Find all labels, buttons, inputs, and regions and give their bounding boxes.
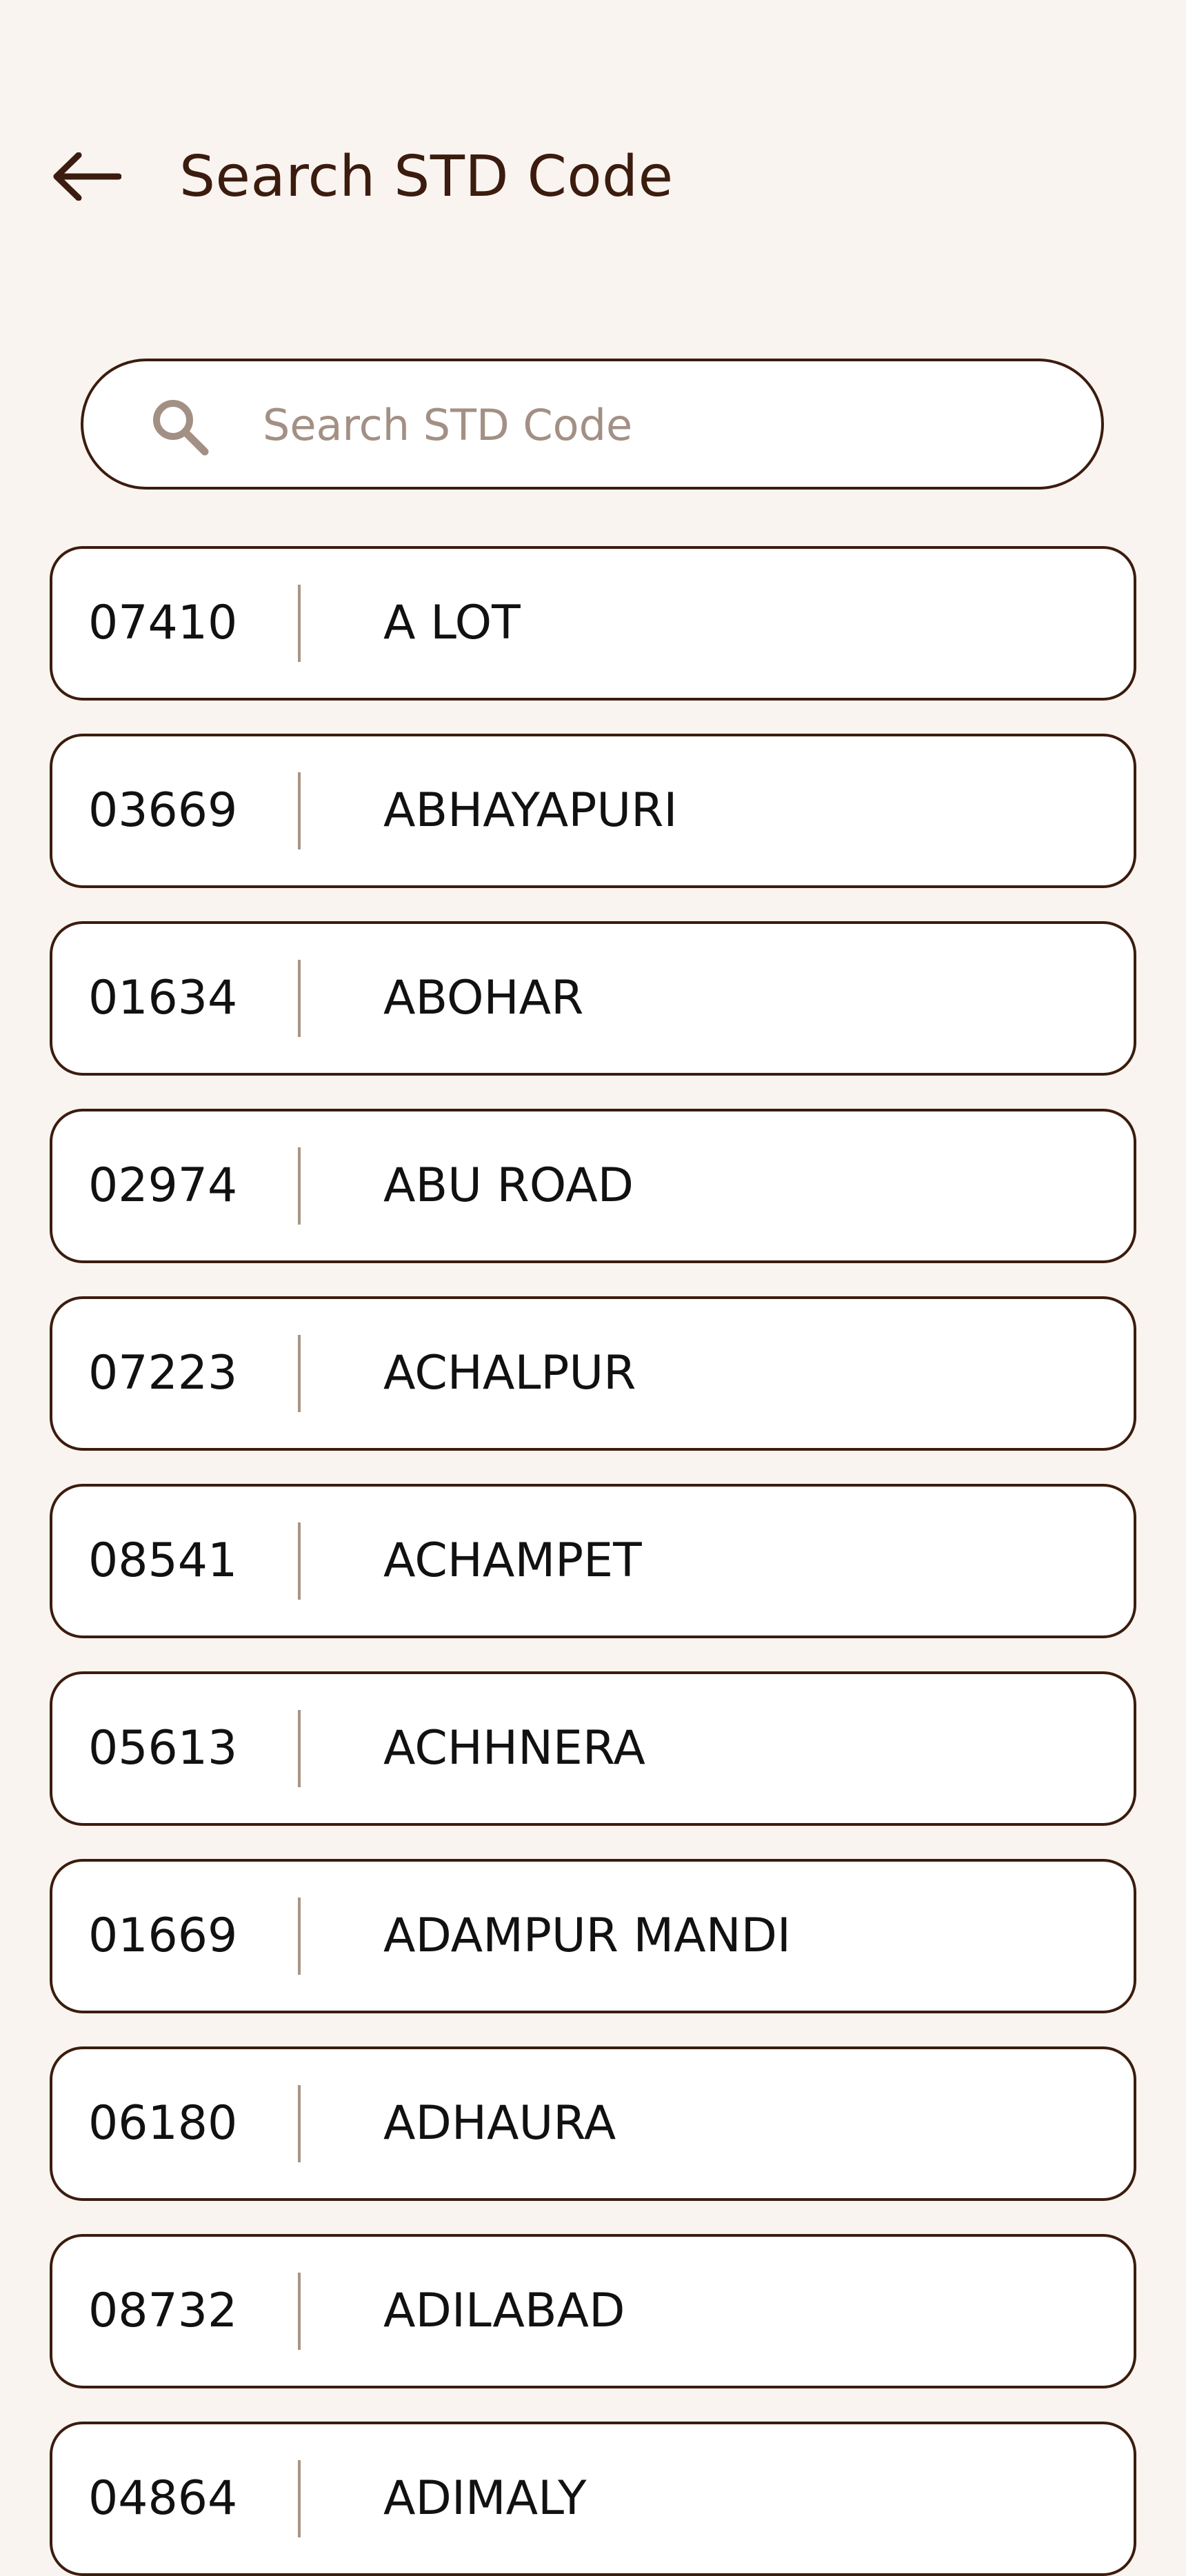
std-code: 07223 [88,1346,238,1400]
std-code: 01669 [88,1909,238,1963]
list-item[interactable]: 03669 ABHAYAPURI [50,734,1136,888]
back-button[interactable] [52,143,135,210]
divider [298,1147,301,1225]
app-header: Search STD Code [0,131,1186,221]
list-item[interactable]: 07410 A LOT [50,546,1136,701]
divider [298,1335,301,1412]
search-icon [153,400,209,456]
list-item[interactable]: 08541 ACHAMPET [50,1484,1136,1638]
std-code: 08732 [88,2284,238,2338]
std-code: 07410 [88,596,238,650]
std-code: 04864 [88,2471,238,2526]
arrow-left-icon [53,152,121,201]
city-name: A LOT [383,596,521,650]
city-name: ADILABAD [383,2284,625,2338]
divider [298,2460,301,2537]
divider [298,2085,301,2162]
list-item[interactable]: 06180 ADHAURA [50,2046,1136,2201]
std-code: 06180 [88,2096,238,2151]
std-code: 03669 [88,783,238,838]
city-name: ABOHAR [383,971,584,1025]
std-code: 02974 [88,1158,238,1213]
divider [298,1710,301,1787]
city-name: ACHALPUR [383,1346,636,1400]
city-name: ACHAMPET [383,1533,642,1588]
city-name: ADAMPUR MANDI [383,1909,791,1963]
divider [298,1898,301,1975]
city-name: ADHAURA [383,2096,616,2151]
std-code: 01634 [88,971,238,1025]
city-name: ACHHNERA [383,1721,645,1775]
list-item[interactable]: 08732 ADILABAD [50,2234,1136,2388]
std-code: 05613 [88,1721,238,1775]
city-name: ADIMALY [383,2471,587,2526]
city-name: ABU ROAD [383,1158,634,1213]
page-title: Search STD Code [179,144,674,210]
divider [298,772,301,849]
list-item[interactable]: 02974 ABU ROAD [50,1109,1136,1263]
list-item[interactable]: 05613 ACHHNERA [50,1671,1136,1826]
divider [298,2273,301,2350]
divider [298,585,301,662]
list-item[interactable]: 01669 ADAMPUR MANDI [50,1859,1136,2013]
list-item[interactable]: 01634 ABOHAR [50,921,1136,1076]
list-item[interactable]: 04864 ADIMALY [50,2422,1136,2576]
std-code: 08541 [88,1533,238,1588]
search-bar[interactable] [81,359,1104,490]
divider [298,960,301,1037]
search-input[interactable] [263,389,1063,461]
divider [298,1522,301,1600]
city-name: ABHAYAPURI [383,783,678,838]
list-item[interactable]: 07223 ACHALPUR [50,1296,1136,1451]
